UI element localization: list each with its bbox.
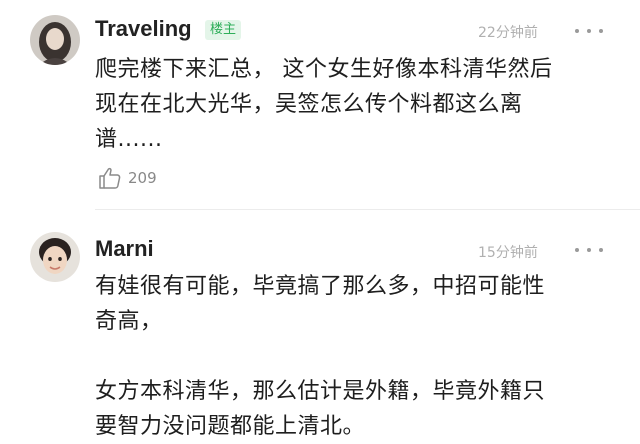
comment-line: 奇高， xyxy=(95,309,163,334)
like-button[interactable]: 209 xyxy=(98,167,157,189)
username[interactable]: Marni xyxy=(95,236,154,262)
timestamp: 22分钟前 xyxy=(478,25,538,41)
avatar[interactable] xyxy=(30,232,80,282)
comment-line: 女方本科清华，那么估计是外籍，毕竟外籍只 xyxy=(95,379,546,404)
comment-line: 要智力没问题都能上清北。 xyxy=(95,414,366,439)
more-dots-icon[interactable] xyxy=(575,25,603,37)
comment-text: 有娃很有可能，毕竟搞了那么多，中招可能性 奇高， 女方本科清华，那么估计是外籍，… xyxy=(95,269,545,444)
op-badge: 楼主 xyxy=(205,20,242,40)
like-count: 209 xyxy=(128,169,157,187)
divider xyxy=(95,209,640,210)
comment-line: 有娃很有可能，毕竟搞了那么多，中招可能性 xyxy=(95,274,546,299)
comment-line: 谱...... xyxy=(95,127,163,152)
comment-line: 现在在北大光华，吴签怎么传个料都这么离 xyxy=(95,92,523,117)
timestamp: 15分钟前 xyxy=(478,245,538,261)
thumbs-up-icon xyxy=(98,167,122,189)
more-dots-icon[interactable] xyxy=(575,244,603,256)
username[interactable]: Traveling xyxy=(95,16,192,42)
comment-line-blank xyxy=(95,339,545,374)
comment-text: 爬完楼下来汇总， 这个女生好像本科清华然后 现在在北大光华，吴签怎么传个料都这么… xyxy=(95,52,553,157)
comment-line: 爬完楼下来汇总， 这个女生好像本科清华然后 xyxy=(95,57,553,82)
avatar[interactable] xyxy=(30,15,80,65)
